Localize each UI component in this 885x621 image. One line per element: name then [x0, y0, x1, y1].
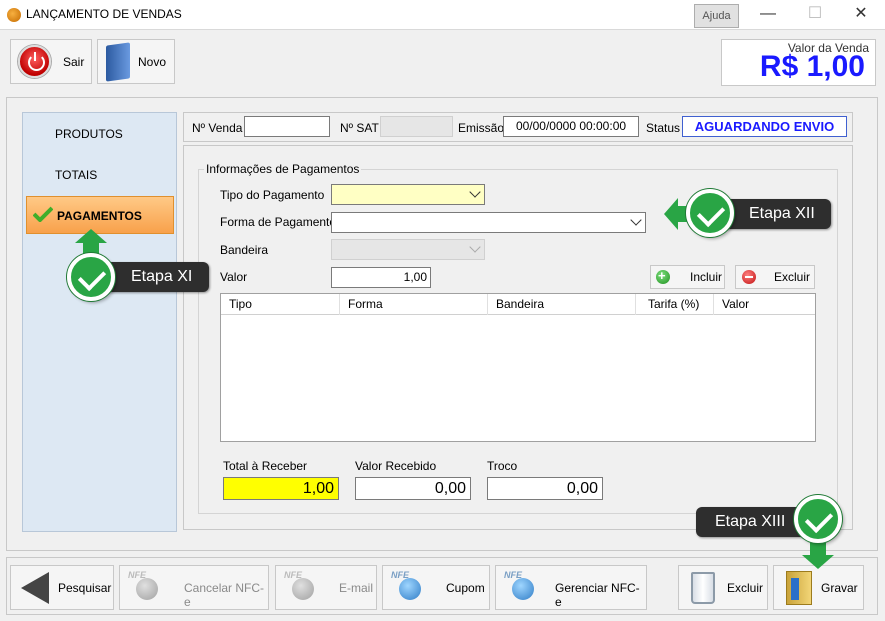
valor-venda-value: R$ 1,00: [759, 50, 865, 83]
gravar-label: Gravar: [821, 581, 858, 595]
cancelar-nfce-button[interactable]: NFE Cancelar NFC-e: [119, 565, 269, 610]
excluir-button[interactable]: Excluir: [678, 565, 768, 610]
column-header-forma[interactable]: Forma: [340, 294, 488, 315]
valor-recebido-label: Valor Recebido: [355, 459, 437, 473]
nfe-cancel-icon: NFE: [128, 570, 168, 606]
nsat-input: [380, 116, 453, 137]
bandeira-select: [331, 239, 485, 260]
minus-icon: [742, 270, 756, 284]
column-header-tipo[interactable]: Tipo: [221, 294, 340, 315]
gerenciar-nfce-label: Gerenciar NFC-e: [555, 581, 640, 609]
help-button[interactable]: Ajuda: [694, 4, 739, 28]
check-circle-icon: [686, 189, 734, 237]
sidebar-item-label: PAGAMENTOS: [57, 209, 142, 223]
plus-icon: [656, 268, 670, 284]
payments-table-header: Tipo Forma Bandeira Tarifa (%) Valor: [221, 294, 815, 315]
sidebar-item-totais[interactable]: TOTAIS: [23, 156, 176, 194]
maximize-button[interactable]: ☐: [792, 0, 838, 30]
trash-icon: [691, 572, 715, 604]
forma-pagamento-select[interactable]: [331, 212, 646, 233]
payments-table[interactable]: Tipo Forma Bandeira Tarifa (%) Valor: [220, 293, 816, 442]
email-button[interactable]: NFE E-mail: [275, 565, 377, 610]
emissao-label: Emissão: [458, 121, 505, 135]
cupom-button[interactable]: NFE Cupom: [382, 565, 490, 610]
save-icon: [786, 571, 812, 605]
excluir-payment-button[interactable]: Excluir: [735, 265, 815, 289]
status-label: Status: [646, 121, 681, 135]
novo-button[interactable]: Novo: [97, 39, 175, 84]
valor-recebido-input[interactable]: 0,00: [355, 477, 471, 500]
column-header-bandeira[interactable]: Bandeira: [488, 294, 636, 315]
tipo-pagamento-label: Tipo do Pagamento: [220, 188, 325, 202]
callout-arrow-down-icon: [802, 555, 834, 569]
close-button[interactable]: ✕: [838, 0, 884, 30]
payments-group-title: Informações de Pagamentos: [204, 162, 362, 176]
book-icon: [106, 42, 130, 82]
cancelar-nfce-label: Cancelar NFC-e: [184, 581, 265, 609]
troco-label: Troco: [487, 459, 518, 473]
total-receber-value: 1,00: [223, 477, 339, 500]
pesquisar-button[interactable]: Pesquisar: [10, 565, 114, 610]
excluir-label: Excluir: [727, 581, 764, 595]
tipo-pagamento-select[interactable]: [331, 184, 485, 205]
column-header-valor[interactable]: Valor: [714, 294, 815, 315]
sair-label: Sair: [63, 55, 85, 69]
nfe-email-icon: NFE: [284, 570, 324, 606]
column-header-tarifa[interactable]: Tarifa (%): [636, 294, 714, 315]
bandeira-label: Bandeira: [220, 243, 269, 257]
chevron-down-icon: [630, 214, 642, 226]
emissao-input[interactable]: 00/00/0000 00:00:00: [503, 116, 639, 137]
excluir-payment-label: Excluir: [774, 270, 811, 284]
chevron-down-icon: [469, 241, 481, 253]
valor-label: Valor: [220, 270, 248, 284]
cupom-label: Cupom: [446, 581, 485, 595]
sair-button[interactable]: Sair: [10, 39, 92, 84]
nvenda-label: Nº Venda: [192, 121, 243, 135]
callout-arrow-left-icon: [664, 198, 678, 230]
nvenda-input[interactable]: [244, 116, 330, 137]
forma-pagamento-label: Forma de Pagamento: [220, 215, 337, 229]
window-title: LANÇAMENTO DE VENDAS: [26, 7, 182, 21]
sidebar: PRODUTOS TOTAIS PAGAMENTOS: [22, 112, 177, 532]
chevron-down-icon: [469, 186, 481, 198]
total-receber-label: Total à Receber: [223, 459, 308, 473]
callout-arrow-up-icon: [75, 229, 107, 243]
callout-stem: [810, 543, 826, 557]
nfe-print-icon: NFE: [391, 570, 431, 606]
valor-venda-panel: Valor da Venda R$ 1,00: [721, 39, 876, 86]
email-label: E-mail: [339, 581, 374, 595]
novo-label: Novo: [138, 55, 167, 69]
sidebar-item-produtos[interactable]: PRODUTOS: [23, 115, 176, 153]
troco-value: 0,00: [487, 477, 603, 500]
check-circle-icon: [67, 253, 115, 301]
back-arrow-icon: [21, 572, 49, 604]
app-icon: [7, 8, 21, 22]
gerenciar-nfce-button[interactable]: NFE Gerenciar NFC-e: [495, 565, 647, 610]
check-circle-icon: [794, 495, 842, 543]
nfe-manage-icon: NFE: [504, 570, 544, 606]
check-icon: [33, 206, 53, 222]
gravar-button[interactable]: Gravar: [773, 565, 864, 610]
minimize-button[interactable]: —: [745, 0, 791, 30]
nsat-label: Nº SAT: [340, 121, 379, 135]
incluir-label: Incluir: [690, 270, 723, 284]
power-icon: [18, 45, 51, 78]
pesquisar-label: Pesquisar: [58, 581, 112, 595]
valor-input[interactable]: 1,00: [331, 267, 431, 288]
incluir-button[interactable]: Incluir: [650, 265, 725, 289]
status-value: AGUARDANDO ENVIO: [682, 116, 847, 137]
